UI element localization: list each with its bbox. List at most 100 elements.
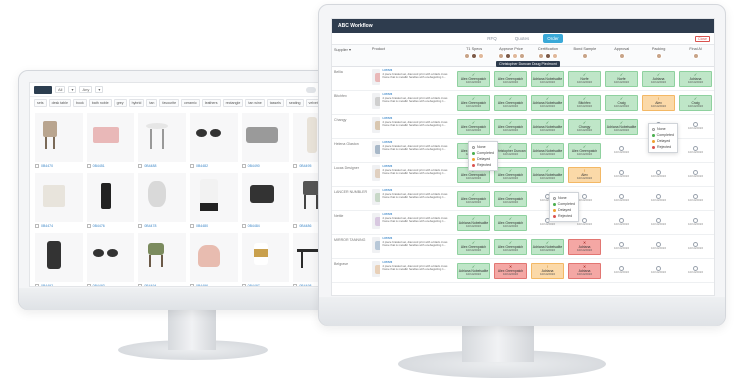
product-thumbnail[interactable]: [371, 93, 381, 109]
status-cell[interactable]: ✓ Adriana Nobelsalite 10/14/2016: [455, 211, 492, 234]
supplier-name[interactable]: Helena Glaston: [332, 139, 370, 162]
product-cell[interactable]: LX6723 2 piece braided set, diamond print…: [370, 211, 455, 234]
status-badge[interactable]: ✓Alex Greenpatch10/14/2016: [457, 70, 490, 87]
status-cell[interactable]: 10/14/2016: [603, 187, 640, 210]
avatar[interactable]: [504, 53, 511, 59]
supplier-name[interactable]: Bitchfex: [332, 91, 370, 114]
product-tile[interactable]: 0B4484: [241, 173, 290, 230]
filter-chip[interactable]: tassels: [266, 99, 284, 107]
status-cell[interactable]: ✓ Adriana 10/14/2016: [677, 67, 714, 90]
status-cell[interactable]: ✓Alex Greenpatch10/14/2016: [455, 115, 492, 138]
status-cell[interactable]: 10/14/2016: [640, 187, 677, 210]
status-badge[interactable]: ✓Alex Greenpatch10/14/2016: [494, 94, 527, 111]
status-badge[interactable]: 10/14/2016: [642, 263, 675, 279]
select-checkbox[interactable]: [293, 284, 298, 286]
status-cell[interactable]: 10/14/2016: [603, 139, 640, 162]
avatar[interactable]: [478, 53, 485, 59]
filter-chip[interactable]: bath noble: [88, 99, 112, 107]
status-badge[interactable]: 10/14/2016: [605, 143, 638, 159]
avatar[interactable]: [464, 53, 471, 59]
select-checkbox[interactable]: [35, 284, 39, 286]
assignee-avatars[interactable]: [531, 53, 564, 59]
product-image[interactable]: [190, 113, 238, 162]
status-cell[interactable]: ✓ Craig 10/14/2016: [603, 91, 640, 114]
select-checkbox[interactable]: [35, 224, 39, 228]
product-tile[interactable]: 0B4490: [241, 113, 290, 170]
status-cell[interactable]: ✓Alex Greenpatch10/14/2016: [492, 211, 529, 234]
filter-chip[interactable]: desk table: [48, 99, 71, 107]
status-badge[interactable]: ✓Alex Greenpatch10/14/2016: [494, 166, 527, 183]
product-image[interactable]: [138, 233, 186, 282]
status-cell[interactable]: ✓ Craig 10/14/2016: [677, 91, 714, 114]
product-image[interactable]: [86, 233, 135, 282]
supplier-name[interactable]: Changy: [332, 115, 370, 138]
status-badge[interactable]: 10/14/2016: [642, 191, 675, 207]
status-badge[interactable]: 10/14/2016: [679, 263, 712, 279]
select-checkbox[interactable]: [241, 164, 246, 168]
product-image[interactable]: [241, 233, 290, 282]
avatar[interactable]: [551, 53, 558, 59]
status-cell[interactable]: ! Adriana 10/14/2016: [529, 259, 566, 282]
status-cell[interactable]: 10/14/2016: [677, 139, 714, 162]
status-badge[interactable]: ✓ Adriana Nobelsalite 10/14/2016: [531, 238, 564, 255]
status-cell[interactable]: 10/14/2016: [640, 235, 677, 258]
select-checkbox[interactable]: [293, 224, 298, 228]
status-badge[interactable]: ✓Alex Greenpatch10/14/2016: [457, 190, 490, 207]
status-badge[interactable]: ! Alex 10/14/2016: [568, 166, 601, 183]
status-badge[interactable]: 10/14/2016: [679, 239, 712, 255]
status-badge[interactable]: ✕ Adriana 10/14/2016: [568, 262, 601, 279]
avatar[interactable]: [518, 53, 525, 59]
status-cell[interactable]: ✕ Adriana 10/14/2016: [566, 259, 603, 282]
select-checkbox[interactable]: [86, 224, 91, 228]
assignee-avatars[interactable]: [679, 53, 712, 59]
status-radio-icon[interactable]: [472, 151, 475, 155]
status-radio-icon[interactable]: [652, 127, 655, 131]
status-badge[interactable]: ! Alex 10/14/2016: [642, 94, 675, 111]
product-cell[interactable]: LX6723 2 piece braided set, diamond print…: [370, 91, 455, 114]
status-radio-icon[interactable]: [553, 214, 556, 218]
status-badge[interactable]: ✓ Norfe 10/14/2016: [605, 70, 638, 87]
product-image[interactable]: [241, 113, 290, 162]
status-cell[interactable]: 10/14/2016: [677, 163, 714, 186]
product-thumbnail[interactable]: [371, 237, 381, 253]
status-badge[interactable]: 10/14/2016: [679, 167, 712, 183]
status-badge[interactable]: 10/14/2016: [642, 167, 675, 183]
product-cell[interactable]: LX6723 2 piece braided set, diamond print…: [370, 259, 455, 282]
filter-select[interactable]: Any: [79, 86, 93, 93]
tab-quotes[interactable]: Quotes: [511, 34, 534, 43]
status-cell[interactable]: ! Alex 10/14/2016: [640, 91, 677, 114]
status-badge[interactable]: ✓ Bitchfex 10/14/2016: [568, 94, 601, 111]
status-badge[interactable]: ✓ Changy 10/14/2016: [568, 118, 601, 135]
status-cell[interactable]: 10/14/2016: [677, 235, 714, 258]
filter-chip[interactable]: tan: [146, 99, 158, 107]
status-badge[interactable]: ✕ Alex Greenpatch 10/14/2016: [494, 262, 527, 279]
product-thumbnail[interactable]: [371, 261, 381, 277]
supplier-name[interactable]: Belgrave: [332, 259, 370, 282]
status-radio-icon[interactable]: [472, 145, 475, 149]
product-image[interactable]: [138, 173, 186, 222]
status-badge[interactable]: ✓ Adriana 10/14/2016: [642, 70, 675, 87]
status-cell[interactable]: ! Alex 10/14/2016: [566, 163, 603, 186]
status-cell[interactable]: 10/14/2016: [677, 115, 714, 138]
select-checkbox[interactable]: [138, 284, 143, 286]
status-badge[interactable]: 10/14/2016: [679, 119, 712, 135]
select-checkbox[interactable]: [138, 164, 143, 168]
status-badge[interactable]: ✓Alex Greenpatch10/14/2016: [494, 70, 527, 87]
status-badge[interactable]: ✓ Adriana Nobelsalite 10/14/2016: [531, 118, 564, 135]
status-badge[interactable]: ✓ Craig 10/14/2016: [605, 94, 638, 111]
filter-chip[interactable]: hybrid: [128, 99, 145, 107]
product-cell[interactable]: LX6723 2 piece braided set, diamond print…: [370, 67, 455, 90]
status-cell[interactable]: ✓Alex Greenpatch10/14/2016: [492, 235, 529, 258]
select-checkbox[interactable]: [190, 164, 194, 168]
select-checkbox[interactable]: [138, 224, 143, 228]
filter-chip[interactable]: book: [72, 99, 87, 107]
close-button[interactable]: Close: [695, 36, 710, 42]
status-badge[interactable]: ✓Alex Greenpatch10/14/2016: [494, 190, 527, 207]
assignee-avatars[interactable]: [458, 53, 491, 59]
status-badge[interactable]: 10/14/2016: [642, 239, 675, 255]
status-cell[interactable]: ✓Alex Greenpatch10/14/2016: [455, 235, 492, 258]
avatar[interactable]: [544, 53, 551, 59]
product-image[interactable]: [190, 233, 238, 282]
product-image[interactable]: [35, 173, 83, 222]
status-cell[interactable]: 10/14/2016: [677, 211, 714, 234]
